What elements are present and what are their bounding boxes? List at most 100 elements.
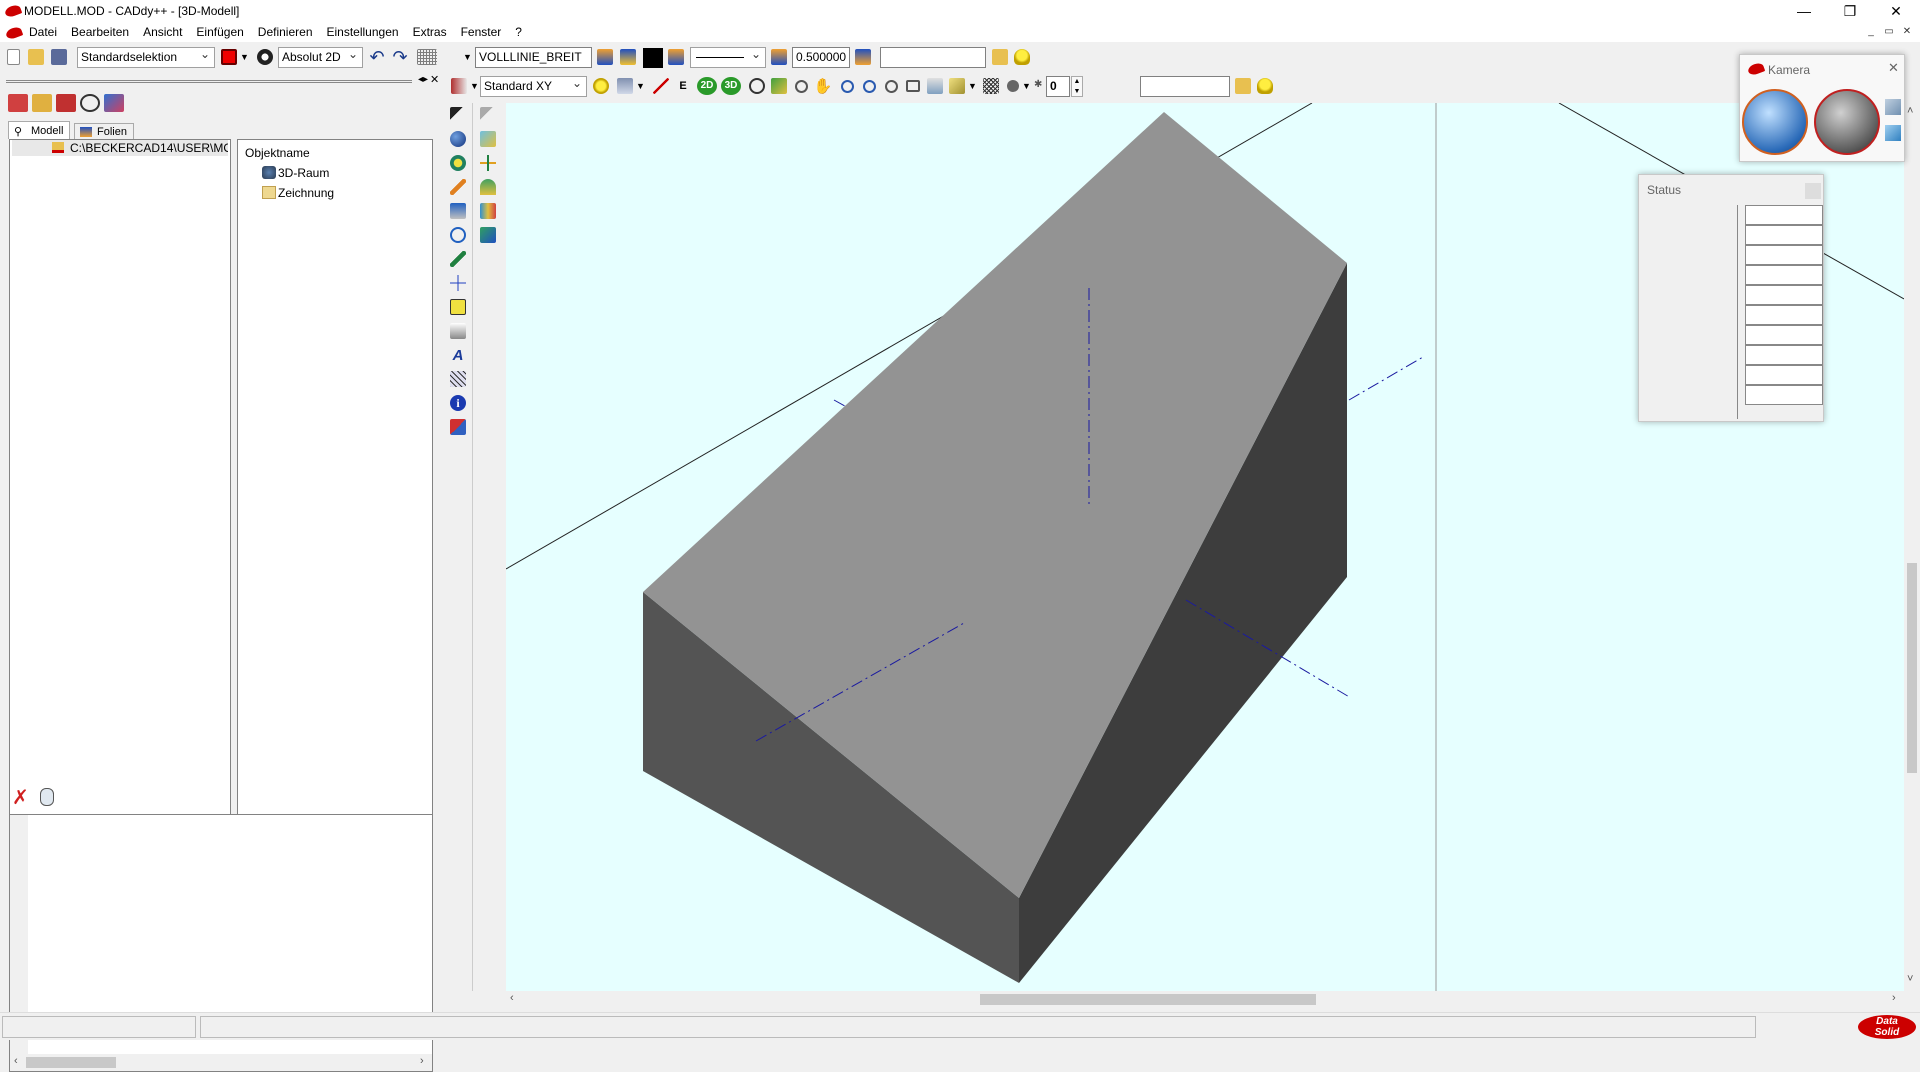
linetype-layer-button[interactable] bbox=[594, 46, 616, 68]
line-type-field[interactable]: VOLLLINIE_BREIT bbox=[475, 47, 592, 68]
sketch-tool[interactable] bbox=[446, 175, 470, 199]
text-tool[interactable]: A bbox=[446, 343, 470, 367]
delete-object-icon[interactable] bbox=[56, 94, 76, 112]
search-field-1[interactable] bbox=[880, 47, 986, 68]
scroll-down-icon[interactable]: ˅ bbox=[1907, 973, 1913, 985]
scroll-up-icon[interactable]: ˄ bbox=[1907, 105, 1913, 117]
view-tool-button[interactable] bbox=[448, 75, 470, 97]
width-layer-button[interactable] bbox=[768, 46, 790, 68]
grid-button[interactable] bbox=[416, 46, 438, 68]
loft-tool[interactable] bbox=[476, 199, 500, 223]
scroll-right-icon[interactable]: › bbox=[420, 1055, 424, 1067]
scroll-left-icon[interactable]: ‹ bbox=[14, 1055, 18, 1067]
highlight-button-2[interactable] bbox=[1254, 75, 1276, 97]
clip-tool-icon[interactable] bbox=[40, 788, 54, 806]
scroll-thumb[interactable] bbox=[980, 994, 1316, 1005]
object-item-zeichnung[interactable]: Zeichnung bbox=[262, 186, 334, 200]
shading-button[interactable] bbox=[946, 75, 968, 97]
linetype-pick-button[interactable] bbox=[617, 46, 639, 68]
scroll-thumb[interactable] bbox=[1907, 563, 1917, 773]
paint-tool[interactable] bbox=[476, 223, 500, 247]
menu-einfuegen[interactable]: Einfügen bbox=[189, 22, 250, 42]
box-tool[interactable] bbox=[476, 127, 500, 151]
zoom-extents-button[interactable] bbox=[902, 75, 924, 97]
counter-spinner[interactable]: ▲ ▼ bbox=[1071, 76, 1083, 97]
zoom-out-button[interactable] bbox=[858, 75, 880, 97]
grid-dropdown-icon[interactable]: ▼ bbox=[463, 52, 472, 62]
mdi-close-button[interactable]: ✕ bbox=[1898, 24, 1916, 40]
tab-folien[interactable]: Folien bbox=[74, 123, 134, 139]
select-arrow-tool[interactable] bbox=[446, 103, 470, 127]
menu-datei[interactable]: Datei bbox=[22, 22, 64, 42]
modify-tool[interactable] bbox=[446, 199, 470, 223]
camera-view-top-icon[interactable] bbox=[1885, 99, 1901, 115]
coordinate-mode-select[interactable]: Absolut 2D bbox=[278, 47, 363, 68]
scroll-thumb[interactable] bbox=[26, 1057, 116, 1068]
view-3d-button[interactable]: 3D bbox=[720, 75, 742, 97]
hatch-button[interactable] bbox=[980, 75, 1002, 97]
edit-e-button[interactable]: E bbox=[672, 75, 694, 97]
solid-tool[interactable] bbox=[446, 127, 470, 151]
render-view-button[interactable] bbox=[768, 75, 790, 97]
search-object-icon[interactable] bbox=[80, 94, 100, 112]
sphere-dropdown-icon[interactable]: ▼ bbox=[1022, 81, 1031, 91]
panel-close-button[interactable]: ✕ bbox=[430, 73, 439, 86]
viewport-vertical-scrollbar[interactable]: ˄ ˅ bbox=[1904, 103, 1920, 991]
shading-dropdown-icon[interactable]: ▼ bbox=[968, 81, 977, 91]
undo-button[interactable]: ↶ bbox=[366, 46, 388, 68]
color-swatch[interactable] bbox=[643, 48, 663, 68]
delete-tool-icon[interactable]: ✗ bbox=[12, 785, 29, 810]
status-close-button[interactable] bbox=[1805, 183, 1821, 199]
pan-button[interactable]: ✋ bbox=[812, 75, 834, 97]
panel-pin-icon[interactable]: ◂▸ bbox=[418, 74, 428, 85]
minimize-button[interactable]: — bbox=[1781, 0, 1827, 22]
menu-fenster[interactable]: Fenster bbox=[454, 22, 509, 42]
camera-close-button[interactable]: ✕ bbox=[1888, 60, 1899, 76]
view-select-dropdown-icon[interactable]: ▼ bbox=[636, 81, 645, 91]
menu-definieren[interactable]: Definieren bbox=[251, 22, 320, 42]
camera-rotate-globe[interactable] bbox=[1814, 89, 1880, 155]
point-tool[interactable] bbox=[446, 271, 470, 295]
rotate-tool[interactable] bbox=[446, 223, 470, 247]
draw-line-button[interactable] bbox=[650, 75, 672, 97]
view-select-button[interactable] bbox=[614, 75, 636, 97]
view-plane-select[interactable]: Standard XY bbox=[480, 76, 587, 97]
document-menu-icon[interactable] bbox=[4, 25, 24, 41]
rotate-view-button[interactable] bbox=[746, 75, 768, 97]
redraw-button[interactable] bbox=[924, 75, 946, 97]
hatch-tool[interactable] bbox=[446, 367, 470, 391]
zoom-in-button[interactable] bbox=[836, 75, 858, 97]
model-view-icon[interactable] bbox=[8, 94, 28, 112]
search-field-2[interactable] bbox=[1140, 76, 1230, 97]
view-bulb-button[interactable] bbox=[590, 75, 612, 97]
tab-modell[interactable]: ⚲ Modell bbox=[8, 121, 71, 139]
new-file-button[interactable] bbox=[2, 46, 24, 68]
app-logo-icon[interactable] bbox=[3, 3, 23, 19]
menu-einstellungen[interactable]: Einstellungen bbox=[320, 22, 406, 42]
erase-tool[interactable] bbox=[446, 415, 470, 439]
selection-color-button[interactable] bbox=[218, 46, 240, 68]
find-button-1[interactable] bbox=[989, 46, 1011, 68]
properties-horizontal-scrollbar[interactable]: ‹ › bbox=[10, 1054, 432, 1071]
properties-icon[interactable] bbox=[104, 94, 124, 112]
width-pick-button[interactable] bbox=[852, 46, 874, 68]
scroll-right-icon[interactable]: › bbox=[1892, 992, 1896, 1004]
save-button[interactable] bbox=[48, 46, 70, 68]
model-path-item[interactable]: C:\BECKERCAD14\USER\MOD bbox=[12, 140, 228, 156]
view-2d-button[interactable]: 2D bbox=[696, 75, 718, 97]
zoom-window-button[interactable] bbox=[790, 75, 812, 97]
surface-tool[interactable] bbox=[476, 175, 500, 199]
restore-button[interactable]: ❐ bbox=[1827, 0, 1873, 22]
mdi-minimize-button[interactable]: _ bbox=[1862, 24, 1880, 40]
sphere-button[interactable] bbox=[1002, 75, 1024, 97]
snap-mode-button[interactable] bbox=[254, 46, 276, 68]
menu-extras[interactable]: Extras bbox=[406, 22, 454, 42]
selection-mode-select[interactable]: Standardselektion bbox=[77, 47, 215, 68]
find-button-2[interactable] bbox=[1232, 75, 1254, 97]
scroll-left-icon[interactable]: ‹ bbox=[510, 992, 514, 1004]
folder-tree-icon[interactable] bbox=[32, 94, 52, 112]
attribute-tool[interactable] bbox=[446, 319, 470, 343]
draw-tool[interactable] bbox=[446, 247, 470, 271]
panel-gripper[interactable] bbox=[6, 80, 412, 83]
redo-button[interactable]: ↷ bbox=[389, 46, 411, 68]
